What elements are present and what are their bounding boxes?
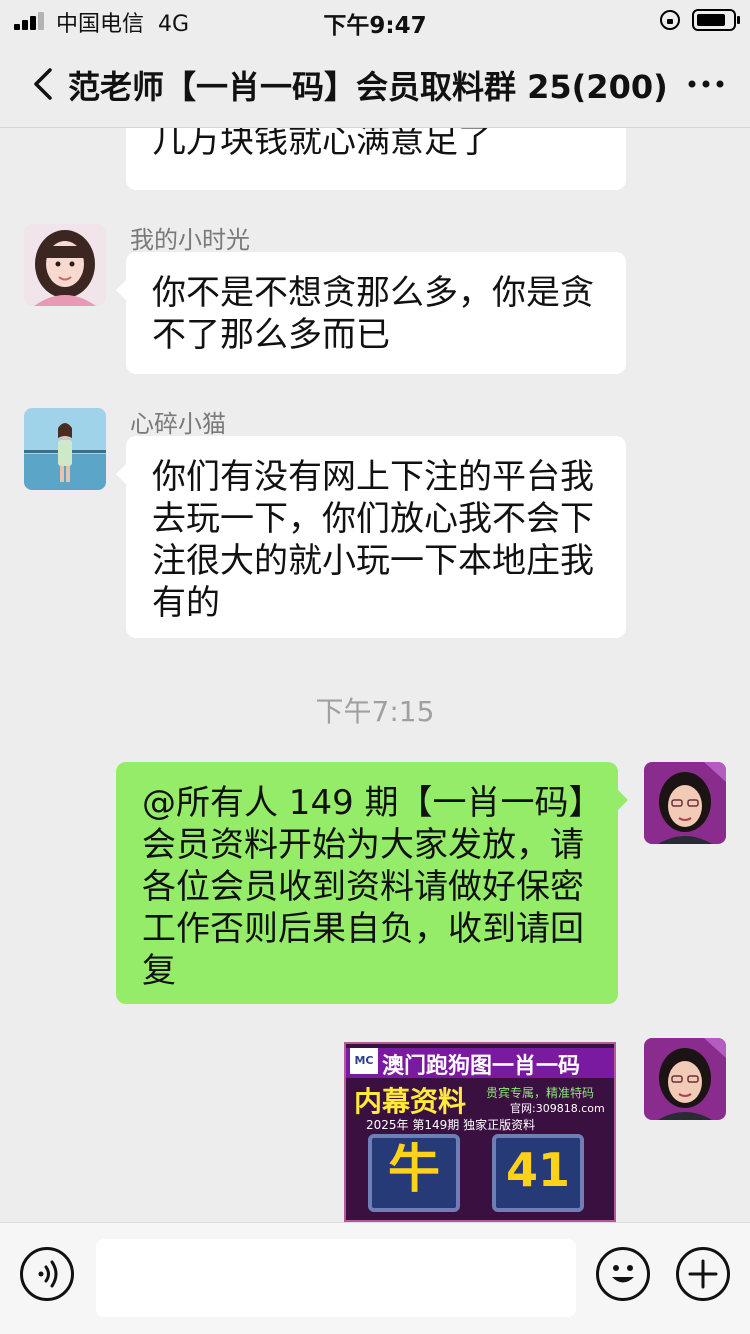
message-line: @所有人 149 期【一肖一码】 bbox=[142, 783, 603, 823]
chat-title: 范老师【一肖一码】会员取料群 25(200) bbox=[68, 68, 668, 106]
message-line: 你不是不想贪那么多，你是贪 bbox=[152, 273, 594, 313]
image-slogan: 贵宾专属，精准特码 bbox=[486, 1086, 595, 1100]
sender-name: 我的小时光 bbox=[130, 226, 250, 254]
status-time: 下午9:47 bbox=[323, 13, 427, 39]
message-timestamp: 下午7:15 bbox=[315, 695, 435, 728]
chat-area[interactable]: 几万块钱就心满意足了 我的小时光 你不是不想贪那么多，你是贪 不了那么多而已 心… bbox=[0, 128, 750, 1222]
more-functions-button[interactable] bbox=[676, 1247, 730, 1301]
message-bubble[interactable]: 你们有没有网上下注的平台我 去玩一下，你们放心我不会下 注很大的就小玩一下本地庄… bbox=[116, 436, 626, 638]
image-title: 澳门跑狗图一肖一码 bbox=[382, 1054, 581, 1079]
image-message[interactable]: MC 澳门跑狗图一肖一码 内幕资料 贵宾专属，精准特码 官网:309818.co… bbox=[344, 1042, 616, 1222]
own-message-bubble[interactable]: @所有人 149 期【一肖一码】 会员资料开始为大家发放，请 各位会员收到资料请… bbox=[116, 762, 628, 1004]
zodiac-badge: 牛 bbox=[368, 1134, 460, 1212]
message-line: 你们有没有网上下注的平台我 bbox=[152, 457, 594, 497]
message-line: 各位会员收到资料请做好保密 bbox=[142, 867, 584, 907]
message-bubble[interactable]: 你不是不想贪那么多，你是贪 不了那么多而已 bbox=[116, 252, 626, 374]
image-logo: MC bbox=[350, 1048, 378, 1074]
more-options-icon[interactable] bbox=[684, 66, 732, 102]
message-line: 复 bbox=[142, 951, 176, 991]
message-bubble[interactable]: 几万块钱就心满意足了 bbox=[126, 128, 626, 190]
battery-icon bbox=[692, 9, 740, 31]
own-avatar[interactable] bbox=[644, 762, 726, 844]
message-input[interactable] bbox=[96, 1239, 576, 1317]
input-bar bbox=[0, 1222, 750, 1334]
avatar[interactable] bbox=[24, 408, 106, 490]
number-badge: 41 bbox=[492, 1134, 584, 1212]
rotation-lock-icon bbox=[660, 10, 680, 30]
voice-input-button[interactable] bbox=[20, 1247, 74, 1301]
chat-header: 范老师【一肖一码】会员取料群 25(200) bbox=[0, 40, 750, 128]
own-avatar[interactable] bbox=[644, 1038, 726, 1120]
message-text: 几万块钱就心满意足了 bbox=[152, 128, 492, 161]
image-issue: 2025年 第149期 独家正版资料 bbox=[366, 1118, 536, 1132]
emoji-button[interactable] bbox=[596, 1247, 650, 1301]
back-arrow-icon[interactable] bbox=[30, 68, 58, 100]
sender-name: 心碎小猫 bbox=[130, 410, 226, 438]
avatar[interactable] bbox=[24, 224, 106, 306]
image-website: 官网:309818.com bbox=[510, 1102, 605, 1115]
message-line: 会员资料开始为大家发放，请 bbox=[142, 825, 584, 865]
message-line: 有的 bbox=[152, 583, 220, 623]
status-bar: 中国电信 4G 下午9:47 bbox=[0, 0, 750, 40]
message-line: 不了那么多而已 bbox=[152, 315, 390, 355]
message-line: 工作否则后果自负，收到请回 bbox=[142, 909, 584, 949]
message-line: 注很大的就小玩一下本地庄我 bbox=[152, 541, 594, 581]
image-subtitle: 内幕资料 bbox=[354, 1085, 467, 1118]
message-line: 去玩一下，你们放心我不会下 bbox=[152, 499, 594, 539]
